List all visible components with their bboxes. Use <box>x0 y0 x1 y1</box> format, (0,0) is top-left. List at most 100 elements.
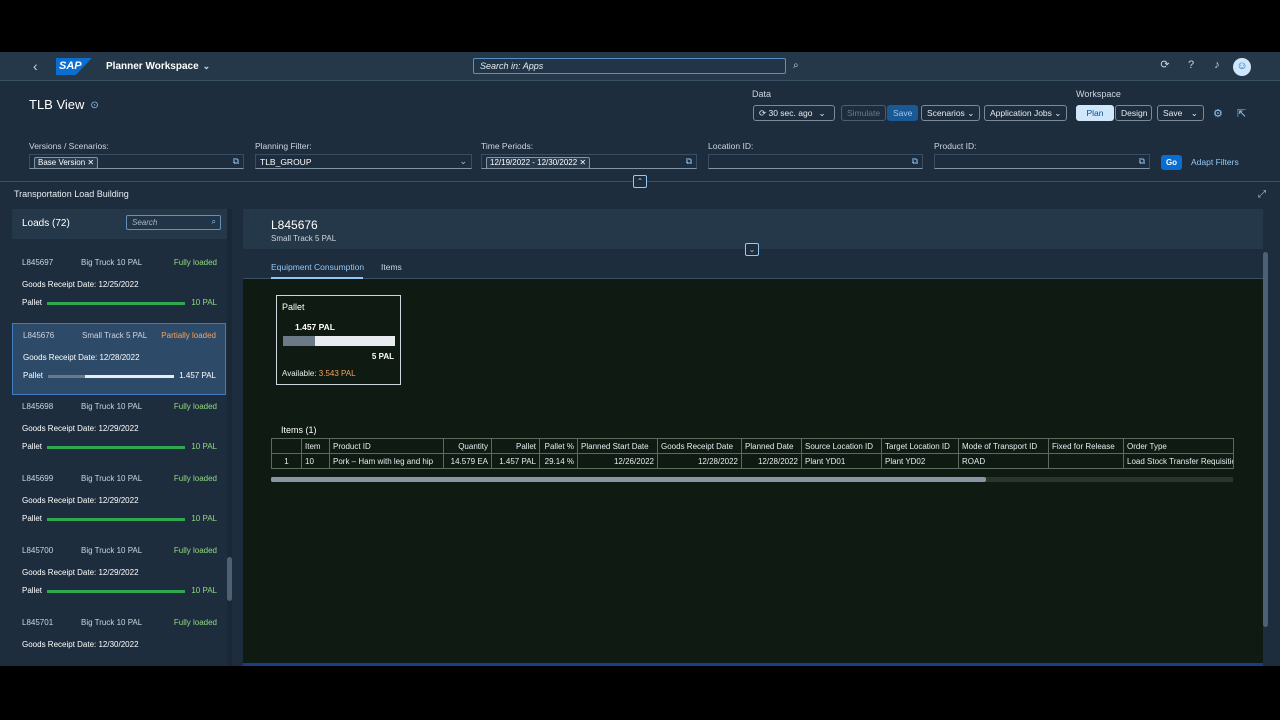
load-truck: Small Track 5 PAL <box>82 331 148 340</box>
load-equipment-label: Pallet <box>22 586 43 595</box>
app-title: Planner Workspace <box>106 61 199 72</box>
design-segment-button[interactable]: Design <box>1115 105 1152 121</box>
close-icon[interactable]: ✕ <box>87 158 94 167</box>
table-header-row: Item Product ID Quantity Pallet Pallet %… <box>271 438 1234 454</box>
scenarios-label: Scenarios <box>927 108 965 118</box>
load-truck: Big Truck 10 PAL <box>81 474 143 483</box>
load-progress-fill <box>48 375 85 378</box>
col-header[interactable]: Product ID <box>329 438 444 454</box>
workspace-save-label: Save <box>1163 108 1183 118</box>
versions-field[interactable]: Base Version ✕ ⧉ <box>29 154 244 169</box>
refresh-icon[interactable]: ⟳ <box>1157 58 1173 71</box>
detail-title: L845676 <box>271 218 318 232</box>
col-header[interactable]: Order Type <box>1123 438 1234 454</box>
chevron-down-icon: ⌄ <box>459 156 467 166</box>
loads-search-input[interactable]: Search ⌕ <box>126 215 221 230</box>
col-header[interactable]: Mode of Transport ID <box>958 438 1049 454</box>
col-header[interactable] <box>271 438 302 454</box>
table-row[interactable]: 1 10 Pork – Ham with leg and hip 14.579 … <box>271 453 1234 469</box>
product-id-field[interactable]: ⧉ <box>934 154 1150 169</box>
bell-icon[interactable]: ♪ <box>1209 59 1225 71</box>
back-icon[interactable]: ‹ <box>33 58 38 74</box>
load-status: Fully loaded <box>173 258 217 267</box>
avatar[interactable]: ☺ <box>1233 58 1251 76</box>
col-header[interactable]: Item <box>301 438 330 454</box>
card-available-label: Available: <box>282 369 317 378</box>
col-header[interactable]: Planned Date <box>741 438 802 454</box>
col-header[interactable]: Fixed for Release <box>1048 438 1124 454</box>
sap-logo[interactable]: SAP <box>56 58 92 75</box>
collapse-detail-header-icon[interactable]: ⌄ <box>745 243 759 256</box>
version-token[interactable]: Base Version ✕ <box>34 157 99 169</box>
value-help-icon[interactable]: ⧉ <box>1139 156 1145 167</box>
chevron-down-icon: ⌄ <box>818 108 826 118</box>
load-item-selected[interactable]: L845676 Small Track 5 PAL Partially load… <box>12 323 226 395</box>
loads-scrollbar-thumb[interactable] <box>227 557 232 601</box>
search-icon[interactable]: ⌕ <box>212 217 216 227</box>
load-truck: Big Truck 10 PAL <box>81 402 143 411</box>
search-icon[interactable]: ⌕ <box>793 60 799 71</box>
gear-icon[interactable]: ⚙ <box>1213 107 1223 120</box>
workspace-save-button[interactable]: Save ⌄ <box>1157 105 1204 121</box>
col-header[interactable]: Planned Start Date <box>577 438 658 454</box>
table-scrollbar-thumb[interactable] <box>271 477 986 482</box>
application-jobs-button[interactable]: Application Jobs ⌄ <box>984 105 1068 121</box>
card-progress-bar <box>283 336 395 346</box>
col-header[interactable]: Pallet % <box>539 438 578 454</box>
col-header[interactable]: Target Location ID <box>881 438 959 454</box>
close-icon[interactable]: ✕ <box>579 158 586 167</box>
load-progress-bar <box>47 446 185 449</box>
col-header[interactable]: Pallet <box>491 438 540 454</box>
load-item[interactable]: L845700 Big Truck 10 PAL Fully loaded Go… <box>12 539 226 611</box>
load-id: L845698 <box>22 402 54 411</box>
load-truck: Big Truck 10 PAL <box>81 618 143 627</box>
chevron-down-circle-icon[interactable]: ⊙ <box>90 100 98 111</box>
value-help-icon[interactable]: ⧉ <box>912 156 918 167</box>
shell-search-input[interactable]: Search in: Apps <box>473 58 786 74</box>
col-header[interactable]: Quantity <box>443 438 492 454</box>
load-item[interactable]: L845697 Big Truck 10 PAL Fully loaded Go… <box>12 251 226 323</box>
load-truck: Big Truck 10 PAL <box>81 258 143 267</box>
load-item[interactable]: L845699 Big Truck 10 PAL Fully loaded Go… <box>12 467 226 539</box>
version-token-text: Base Version <box>38 158 86 167</box>
load-item[interactable]: L845701 Big Truck 10 PAL Fully loaded Go… <box>12 611 226 666</box>
load-value: 10 PAL <box>191 514 217 523</box>
time-periods-label: Time Periods: <box>481 141 534 151</box>
loads-title: Loads (72) <box>22 218 70 229</box>
cell-item: 10 <box>301 453 330 469</box>
page-title[interactable]: TLB View ⊙ <box>29 97 99 112</box>
tab-equipment-consumption[interactable]: Equipment Consumption <box>271 262 364 272</box>
value-help-icon[interactable]: ⧉ <box>686 156 692 167</box>
location-id-field[interactable]: ⧉ <box>708 154 923 169</box>
planning-filter-select[interactable]: TLB_GROUP ⌄ <box>255 154 472 169</box>
period-token[interactable]: 12/19/2022 - 12/30/2022 ✕ <box>486 157 591 169</box>
save-button[interactable]: Save <box>887 105 919 121</box>
card-available-value: 3.543 PAL <box>318 369 356 378</box>
col-header[interactable]: Goods Receipt Date <box>657 438 742 454</box>
help-icon[interactable]: ? <box>1183 59 1199 71</box>
period-token-text: 12/19/2022 - 12/30/2022 <box>490 158 578 167</box>
tab-items[interactable]: Items <box>381 262 402 272</box>
table-horizontal-scrollbar[interactable] <box>271 477 1233 482</box>
fullscreen-icon[interactable]: ⤢ <box>1258 189 1266 200</box>
collapse-header-icon[interactable]: ⌃ <box>633 175 647 188</box>
simulate-button[interactable]: Simulate <box>841 105 887 121</box>
load-progress-bar <box>47 302 185 305</box>
value-help-icon[interactable]: ⧉ <box>233 156 239 167</box>
chevron-down-icon: ⌄ <box>1190 108 1198 118</box>
pallet-card: Pallet 1.457 PAL 5 PAL Available: 3.543 … <box>276 295 401 385</box>
go-button[interactable]: Go <box>1161 155 1182 170</box>
share-icon[interactable]: ⇱ <box>1237 107 1246 120</box>
col-header[interactable]: Source Location ID <box>801 438 882 454</box>
app-frame: ‹ SAP Planner Workspace ⌄ Search in: Apps… <box>0 52 1280 666</box>
bottom-accent-strip <box>243 663 1263 666</box>
load-item[interactable]: L845698 Big Truck 10 PAL Fully loaded Go… <box>12 395 226 467</box>
plan-segment-button[interactable]: Plan <box>1076 105 1114 121</box>
page-vertical-scrollbar[interactable] <box>1263 252 1268 627</box>
scenarios-button[interactable]: Scenarios ⌄ <box>921 105 981 121</box>
row-number: 1 <box>271 453 302 469</box>
refresh-data-button[interactable]: ⟳ 30 sec. ago ⌄ <box>753 105 835 121</box>
adapt-filters-button[interactable]: Adapt Filters <box>1191 157 1239 167</box>
time-periods-field[interactable]: 12/19/2022 - 12/30/2022 ✕ ⧉ <box>481 154 697 169</box>
app-title-menu[interactable]: Planner Workspace ⌄ <box>106 61 210 72</box>
